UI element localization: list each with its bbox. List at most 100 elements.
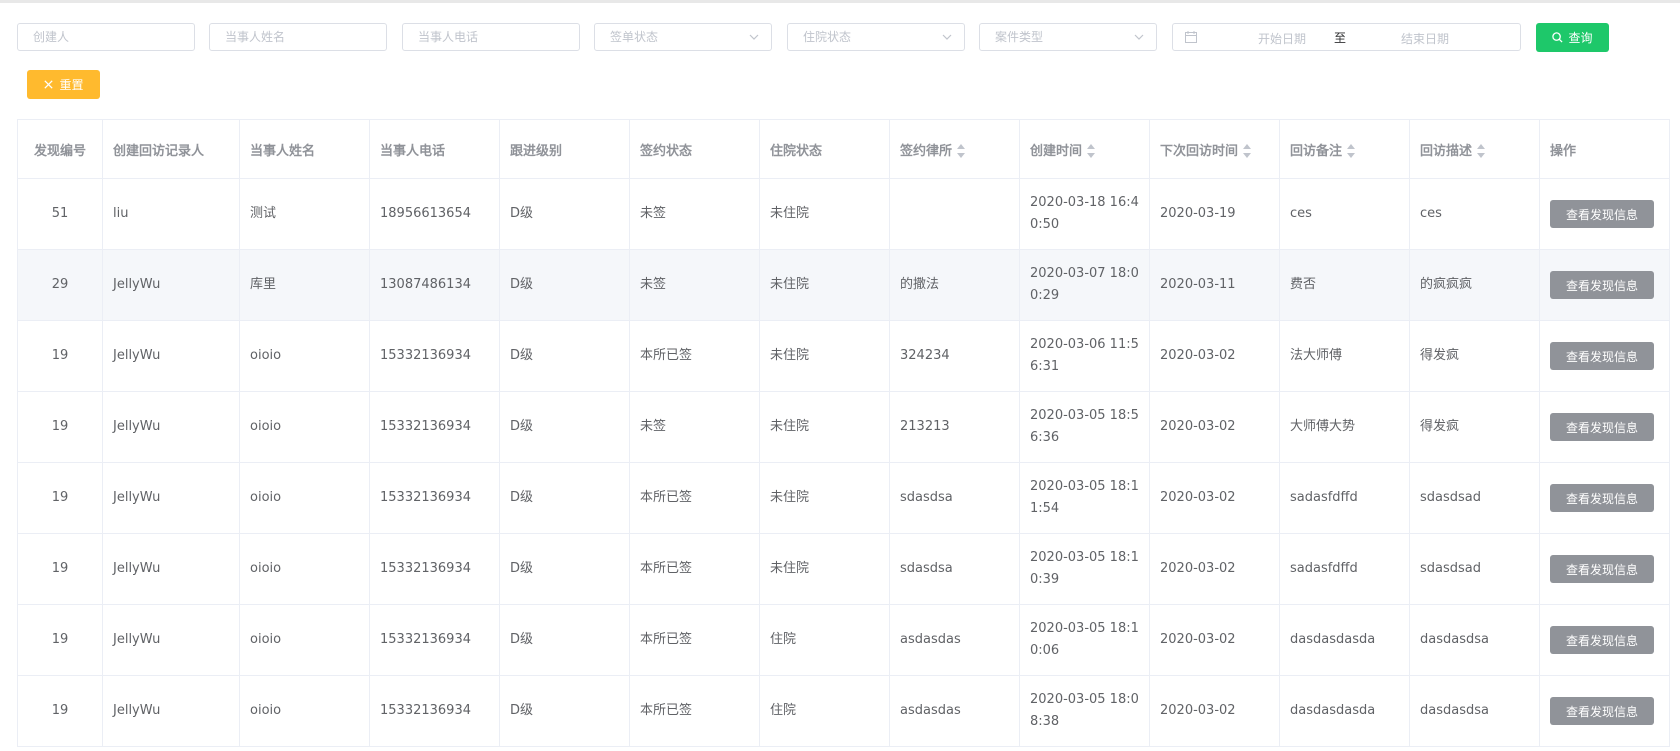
sort-icon[interactable]	[1477, 144, 1486, 158]
reset-button[interactable]: 重置	[27, 70, 100, 99]
cell-visit-description: sdasdsad	[1409, 533, 1540, 605]
cell-creator: JellyWu	[102, 604, 240, 676]
party-name-input[interactable]	[210, 24, 386, 50]
cell-next-visit-time: 2020-03-02	[1149, 391, 1280, 463]
header-visit-remark-label: 回访备注	[1290, 143, 1343, 159]
cell-actions: 查看发现信息	[1539, 462, 1670, 534]
case-type-input[interactable]	[980, 24, 1156, 50]
sign-status-input[interactable]	[595, 24, 771, 50]
header-next-visit-time-label: 下次回访时间	[1160, 143, 1239, 159]
header-party-phone: 当事人电话	[369, 119, 500, 179]
cell-sign-status: 本所已签	[629, 675, 760, 747]
cell-created-time: 2020-03-05 18:08:38	[1019, 675, 1150, 747]
cell-next-visit-time: 2020-03-02	[1149, 462, 1280, 534]
cell-visit-description: dasdasdsa	[1409, 604, 1540, 676]
header-next-visit-time[interactable]: 下次回访时间	[1149, 119, 1280, 179]
view-discovery-button[interactable]: 查看发现信息	[1550, 342, 1654, 370]
cell-visit-description: sdasdsad	[1409, 462, 1540, 534]
close-icon	[44, 80, 54, 89]
cell-created-time: 2020-03-07 18:00:29	[1019, 249, 1150, 321]
cell-hospital-status: 未住院	[759, 320, 890, 392]
sort-icon[interactable]	[1087, 144, 1096, 158]
cell-discovery-id: 19	[17, 320, 103, 392]
cell-law-firm: sdasdsa	[889, 462, 1020, 534]
cell-party-phone: 15332136934	[369, 533, 500, 605]
table-row: 19 JellyWu oioio 15332136934 D级 本所已签 住院 asdasda…	[17, 604, 1670, 676]
cell-follow-level: D级	[499, 604, 630, 676]
header-sign-status: 签约状态	[629, 119, 760, 179]
date-range-picker[interactable]: 开始日期 至 结束日期	[1172, 23, 1521, 51]
cell-visit-remark: ces	[1279, 178, 1410, 250]
cell-party-name: oioio	[239, 604, 370, 676]
cell-follow-level: D级	[499, 320, 630, 392]
hospital-status-select[interactable]	[787, 23, 965, 51]
cell-visit-description: 得发疯	[1409, 391, 1540, 463]
case-type-select[interactable]	[979, 23, 1157, 51]
end-date-input[interactable]: 结束日期	[1385, 30, 1465, 47]
cell-actions: 查看发现信息	[1539, 533, 1670, 605]
cell-law-firm: asdasdas	[889, 604, 1020, 676]
cell-hospital-status: 未住院	[759, 533, 890, 605]
cell-created-time: 2020-03-18 16:40:50	[1019, 178, 1150, 250]
cell-sign-status: 本所已签	[629, 604, 760, 676]
cell-hospital-status: 未住院	[759, 178, 890, 250]
query-button-label: 查询	[1568, 31, 1593, 45]
view-discovery-button[interactable]: 查看发现信息	[1550, 697, 1654, 725]
view-discovery-button[interactable]: 查看发现信息	[1550, 626, 1654, 654]
view-discovery-button[interactable]: 查看发现信息	[1550, 271, 1654, 299]
table-header-row: 发现编号 创建回访记录人 当事人姓名 当事人电话 跟进级别 签约状态 住院状态 …	[17, 119, 1670, 179]
cell-creator: JellyWu	[102, 391, 240, 463]
cell-hospital-status: 住院	[759, 675, 890, 747]
header-actions: 操作	[1539, 119, 1670, 179]
cell-hospital-status: 未住院	[759, 462, 890, 534]
view-discovery-button[interactable]: 查看发现信息	[1550, 200, 1654, 228]
cell-actions: 查看发现信息	[1539, 249, 1670, 321]
sort-icon[interactable]	[1347, 144, 1356, 158]
cell-creator: liu	[102, 178, 240, 250]
table-row: 19 JellyWu oioio 15332136934 D级 本所已签 未住院 sdasds…	[17, 462, 1670, 534]
creator-input[interactable]	[18, 24, 194, 50]
header-created-time[interactable]: 创建时间	[1019, 119, 1150, 179]
header-visit-description[interactable]: 回访描述	[1409, 119, 1540, 179]
query-button[interactable]: 查询	[1536, 23, 1609, 52]
party-phone-input[interactable]	[403, 24, 579, 50]
header-law-firm-label: 签约律所	[900, 143, 953, 159]
cell-actions: 查看发现信息	[1539, 391, 1670, 463]
sort-icon[interactable]	[957, 144, 966, 158]
cell-creator: JellyWu	[102, 320, 240, 392]
start-date-input[interactable]: 开始日期	[1242, 30, 1322, 47]
cell-law-firm: 324234	[889, 320, 1020, 392]
table-row: 19 JellyWu oioio 15332136934 D级 本所已签 未住院 324234…	[17, 320, 1670, 392]
cell-hospital-status: 未住院	[759, 249, 890, 321]
cell-discovery-id: 19	[17, 675, 103, 747]
cell-follow-level: D级	[499, 178, 630, 250]
cell-visit-description: ces	[1409, 178, 1540, 250]
header-law-firm[interactable]: 签约律所	[889, 119, 1020, 179]
cell-party-name: oioio	[239, 533, 370, 605]
cell-visit-remark: sadasfdffd	[1279, 462, 1410, 534]
sort-icon[interactable]	[1243, 144, 1252, 158]
reset-button-label: 重置	[59, 78, 84, 92]
cell-sign-status: 未签	[629, 178, 760, 250]
date-separator: 至	[1334, 31, 1347, 45]
cell-follow-level: D级	[499, 675, 630, 747]
sign-status-select[interactable]	[594, 23, 772, 51]
hospital-status-input[interactable]	[788, 24, 964, 50]
cell-party-phone: 15332136934	[369, 391, 500, 463]
cell-law-firm	[889, 178, 1020, 250]
cell-follow-level: D级	[499, 462, 630, 534]
view-discovery-button[interactable]: 查看发现信息	[1550, 484, 1654, 512]
cell-visit-description: 的疯疯疯	[1409, 249, 1540, 321]
cell-sign-status: 未签	[629, 249, 760, 321]
view-discovery-button[interactable]: 查看发现信息	[1550, 555, 1654, 583]
party-phone-input-wrapper	[402, 23, 580, 51]
view-discovery-button[interactable]: 查看发现信息	[1550, 413, 1654, 441]
cell-next-visit-time: 2020-03-02	[1149, 604, 1280, 676]
cell-next-visit-time: 2020-03-11	[1149, 249, 1280, 321]
cell-visit-remark: dasdasdasda	[1279, 675, 1410, 747]
cell-creator: JellyWu	[102, 675, 240, 747]
header-visit-remark[interactable]: 回访备注	[1279, 119, 1410, 179]
cell-party-name: oioio	[239, 320, 370, 392]
chevron-down-icon	[749, 34, 759, 40]
cell-visit-remark: 大师傅大势	[1279, 391, 1410, 463]
